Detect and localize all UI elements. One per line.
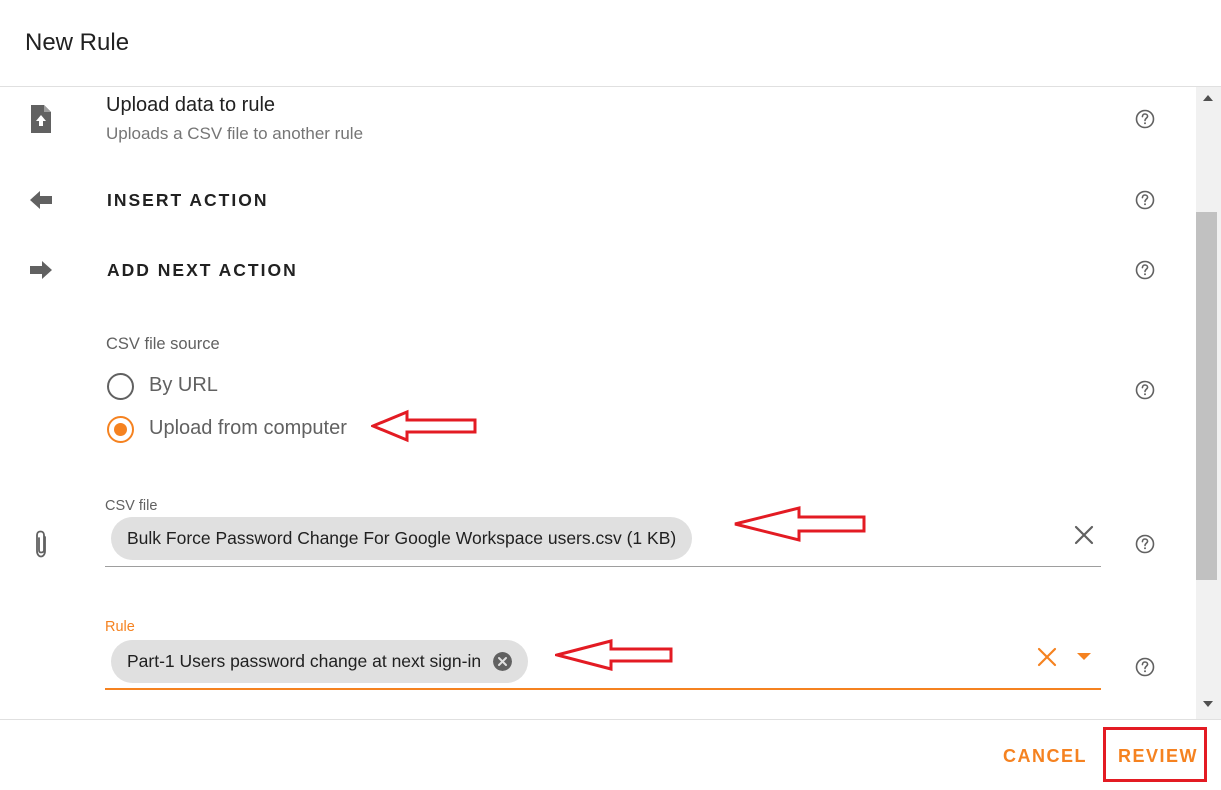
help-icon[interactable] xyxy=(1135,109,1155,129)
scroll-up-icon[interactable] xyxy=(1203,95,1213,101)
step-title: Upload data to rule xyxy=(106,94,276,116)
file-upload-icon xyxy=(31,105,51,133)
rule-chip[interactable]: Part-1 Users password change at next sig… xyxy=(111,640,529,683)
csv-file-label: CSV file xyxy=(105,498,158,514)
rule-underline xyxy=(105,688,1101,690)
arrow-right-icon[interactable] xyxy=(30,261,52,279)
annotation-arrow xyxy=(371,409,477,443)
help-icon[interactable] xyxy=(1135,657,1155,677)
step-description: Uploads a CSV file to another rule xyxy=(106,124,364,143)
radio-by-url[interactable] xyxy=(107,373,134,400)
arrow-left-icon[interactable] xyxy=(30,191,52,209)
radio-by-url-label[interactable]: By URL xyxy=(149,374,218,397)
dialog-footer: CANCEL REVIEW xyxy=(0,719,1221,790)
dialog-header: New Rule xyxy=(0,0,1221,87)
help-icon[interactable] xyxy=(1135,380,1155,400)
review-button[interactable]: REVIEW xyxy=(1118,746,1198,767)
rule-chip-label: Part-1 Users password change at next sig… xyxy=(127,651,482,671)
csv-file-chip[interactable]: Bulk Force Password Change For Google Wo… xyxy=(111,517,693,560)
dialog-title: New Rule xyxy=(25,29,130,56)
csv-file-chip-label: Bulk Force Password Change For Google Wo… xyxy=(127,528,677,548)
radio-upload-from-computer-label[interactable]: Upload from computer xyxy=(149,417,347,440)
help-icon[interactable] xyxy=(1135,534,1155,554)
annotation-arrow xyxy=(555,639,673,671)
clear-icon[interactable] xyxy=(1037,647,1057,667)
paperclip-icon xyxy=(36,530,46,558)
chip-remove-icon[interactable] xyxy=(493,652,513,671)
clear-icon[interactable] xyxy=(1074,525,1094,545)
help-icon[interactable] xyxy=(1135,190,1155,210)
dropdown-icon[interactable] xyxy=(1077,653,1091,661)
scroll-thumb[interactable] xyxy=(1196,212,1217,580)
insert-action-button[interactable]: INSERT ACTION xyxy=(107,190,268,211)
dialog-content[interactable]: Upload data to rule Uploads a CSV file t… xyxy=(0,87,1196,719)
csv-source-label: CSV file source xyxy=(106,335,220,353)
csv-file-underline xyxy=(105,566,1101,567)
help-icon[interactable] xyxy=(1135,260,1155,280)
rule-label: Rule xyxy=(105,619,135,635)
cancel-button[interactable]: CANCEL xyxy=(1003,746,1087,767)
scroll-down-icon[interactable] xyxy=(1203,701,1213,707)
scrollbar[interactable] xyxy=(1196,87,1221,719)
add-next-action-button[interactable]: ADD NEXT ACTION xyxy=(107,260,298,281)
annotation-arrow xyxy=(734,506,866,542)
radio-upload-from-computer[interactable] xyxy=(107,416,134,443)
